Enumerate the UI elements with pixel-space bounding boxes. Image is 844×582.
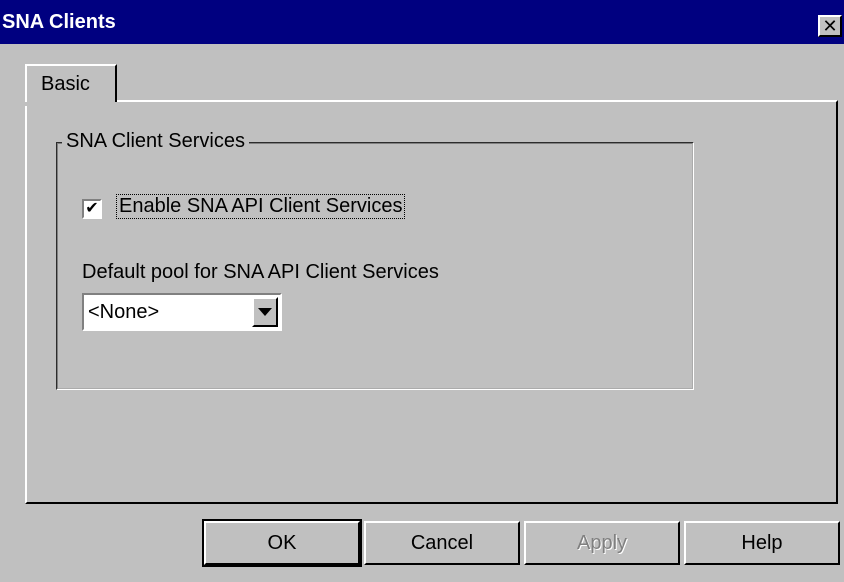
checkmark-icon: ✔ (85, 200, 99, 217)
dropdown-button[interactable] (252, 297, 278, 327)
chevron-down-icon (258, 308, 272, 316)
group-label: SNA Client Services (62, 130, 249, 153)
default-pool-label: Default pool for SNA API Client Services (82, 261, 439, 283)
help-label: Help (741, 531, 783, 554)
window-title: SNA Clients (2, 11, 116, 33)
tab-label: Basic (41, 73, 90, 95)
ok-label: OK (267, 531, 297, 554)
help-button[interactable]: Help (684, 521, 840, 565)
close-button[interactable]: ✕ (818, 15, 842, 37)
cancel-button[interactable]: Cancel (364, 521, 520, 565)
title-bar: SNA Clients ✕ (0, 0, 844, 44)
ok-button[interactable]: OK (202, 519, 362, 567)
default-pool-value: <None> (88, 301, 160, 323)
tab-basic[interactable]: Basic (25, 64, 117, 106)
cancel-label: Cancel (410, 531, 474, 554)
apply-label: Apply (576, 531, 628, 554)
default-pool-select[interactable]: <None> (82, 293, 282, 331)
enable-sna-api-label[interactable]: Enable SNA API Client Services (116, 194, 406, 219)
close-icon: ✕ (822, 16, 838, 36)
enable-sna-api-checkbox[interactable]: ✔ (82, 199, 102, 219)
apply-button[interactable]: Apply (524, 521, 680, 565)
